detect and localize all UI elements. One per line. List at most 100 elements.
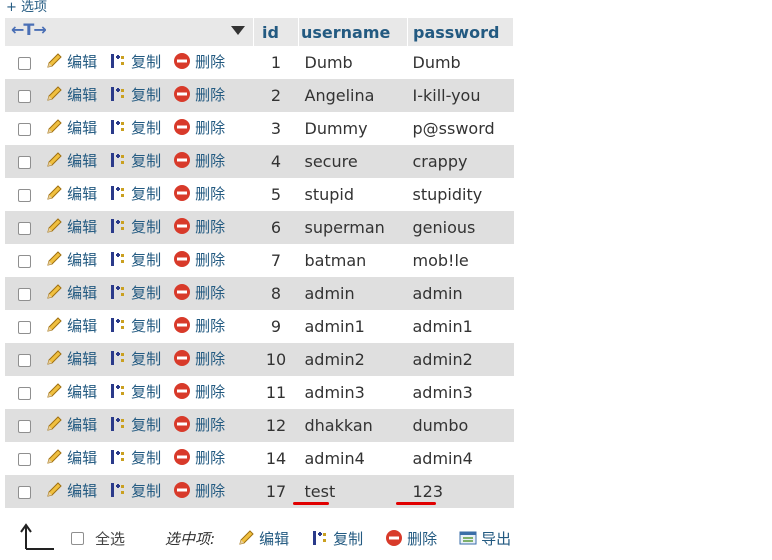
table-header-row: ←T→ id username password <box>5 18 514 46</box>
copy-icon <box>111 54 125 69</box>
row-delete-button[interactable]: 删除 <box>173 282 225 303</box>
row-edit-button[interactable]: 编辑 <box>45 249 97 270</box>
row-checkbox[interactable] <box>17 354 31 367</box>
row-copy-button[interactable]: 复制 <box>109 150 161 171</box>
row-delete-button[interactable]: 删除 <box>173 480 225 501</box>
row-edit-button[interactable]: 编辑 <box>45 183 97 204</box>
cell-id: 3 <box>270 119 282 138</box>
row-copy-button[interactable]: 复制 <box>109 183 161 204</box>
row-checkbox-cell <box>5 244 45 277</box>
row-copy-button[interactable]: 复制 <box>109 480 161 501</box>
column-header-id[interactable]: id <box>253 18 299 46</box>
row-checkbox[interactable] <box>17 123 31 136</box>
row-edit-label: 编辑 <box>67 382 98 401</box>
table-row: 编辑 复制 删除 11 admin3 admin3 <box>5 376 514 409</box>
row-delete-button[interactable]: 删除 <box>173 414 225 435</box>
row-checkbox[interactable] <box>17 189 31 202</box>
bulk-export-button[interactable]: 导出 <box>459 528 511 549</box>
row-copy-button[interactable]: 复制 <box>109 381 161 402</box>
copy-icon <box>111 285 125 300</box>
row-delete-button[interactable]: 删除 <box>173 447 225 468</box>
row-edit-button[interactable]: 编辑 <box>45 480 97 501</box>
row-checkbox[interactable] <box>17 387 31 400</box>
cell-id: 14 <box>265 449 287 468</box>
column-header-password[interactable]: password <box>407 18 514 46</box>
column-move-arrows-icon[interactable]: ←T→ <box>11 20 47 39</box>
row-copy-button[interactable]: 复制 <box>109 51 161 72</box>
cell-password: admin1 <box>412 317 473 336</box>
row-edit-button[interactable]: 编辑 <box>45 117 97 138</box>
bulk-edit-button[interactable]: 编辑 <box>237 528 289 549</box>
row-delete-label: 删除 <box>195 151 226 170</box>
row-copy-button[interactable]: 复制 <box>109 216 161 237</box>
cell-password: admin <box>412 284 463 303</box>
row-checkbox[interactable] <box>17 255 31 268</box>
cell-username: batman <box>304 251 367 270</box>
row-edit-button[interactable]: 编辑 <box>45 282 97 303</box>
row-checkbox[interactable] <box>17 453 31 466</box>
table-row: 编辑 复制 删除 1 Dumb Dumb <box>5 46 514 79</box>
row-copy-button[interactable]: 复制 <box>109 249 161 270</box>
row-edit-button[interactable]: 编辑 <box>45 414 97 435</box>
row-copy-button[interactable]: 复制 <box>109 282 161 303</box>
bulk-copy-label: 复制 <box>333 529 364 548</box>
row-edit-button[interactable]: 编辑 <box>45 150 97 171</box>
row-delete-button[interactable]: 删除 <box>173 183 225 204</box>
copy-icon <box>111 450 125 465</box>
options-link[interactable]: + 选项 <box>6 0 47 16</box>
bulk-actions-bar: 全选 选中项: 编辑 复制 删除 导出 <box>20 520 533 556</box>
row-edit-button[interactable]: 编辑 <box>45 216 97 237</box>
row-delete-button[interactable]: 删除 <box>173 150 225 171</box>
row-copy-button[interactable]: 复制 <box>109 414 161 435</box>
row-checkbox[interactable] <box>17 90 31 103</box>
row-checkbox[interactable] <box>17 288 31 301</box>
row-copy-button[interactable]: 复制 <box>109 315 161 336</box>
cell-password: stupidity <box>412 185 483 204</box>
copy-icon <box>111 384 125 399</box>
copy-icon <box>313 531 327 545</box>
row-delete-button[interactable]: 删除 <box>173 51 225 72</box>
row-checkbox[interactable] <box>17 57 31 70</box>
row-copy-button[interactable]: 复制 <box>109 348 161 369</box>
row-checkbox[interactable] <box>17 420 31 433</box>
pencil-icon <box>47 218 62 233</box>
row-checkbox[interactable] <box>17 321 31 334</box>
row-copy-button[interactable]: 复制 <box>109 84 161 105</box>
row-edit-button[interactable]: 编辑 <box>45 84 97 105</box>
table-row: 编辑 复制 删除 2 Angelina I-kill-you <box>5 79 514 112</box>
row-copy-button[interactable]: 复制 <box>109 447 161 468</box>
bulk-copy-button[interactable]: 复制 <box>311 528 363 549</box>
cell-id: 12 <box>265 416 287 435</box>
row-actions: 编辑 复制 删除 <box>45 46 253 79</box>
cell-password: dumbo <box>412 416 469 435</box>
row-actions: 编辑 复制 删除 <box>45 244 253 277</box>
row-edit-label: 编辑 <box>67 316 98 335</box>
row-delete-button[interactable]: 删除 <box>173 348 225 369</box>
row-checkbox[interactable] <box>17 486 31 499</box>
row-edit-button[interactable]: 编辑 <box>45 348 97 369</box>
row-edit-button[interactable]: 编辑 <box>45 51 97 72</box>
row-edit-button[interactable]: 编辑 <box>45 447 97 468</box>
bulk-delete-button[interactable]: 删除 <box>385 528 437 549</box>
row-copy-label: 复制 <box>131 151 162 170</box>
row-delete-button[interactable]: 删除 <box>173 249 225 270</box>
row-delete-button[interactable]: 删除 <box>173 117 225 138</box>
column-header-username[interactable]: username <box>298 18 408 46</box>
row-delete-button[interactable]: 删除 <box>173 381 225 402</box>
row-copy-label: 复制 <box>131 481 162 500</box>
row-checkbox[interactable] <box>17 222 31 235</box>
row-edit-button[interactable]: 编辑 <box>45 381 97 402</box>
sort-dropdown-icon[interactable] <box>231 26 245 35</box>
pencil-icon <box>47 284 62 299</box>
row-delete-button[interactable]: 删除 <box>173 216 225 237</box>
row-delete-button[interactable]: 删除 <box>173 84 225 105</box>
select-all-checkbox[interactable] <box>71 531 84 545</box>
row-checkbox[interactable] <box>17 156 31 169</box>
row-copy-button[interactable]: 复制 <box>109 117 161 138</box>
cell-username: stupid <box>304 185 355 204</box>
select-all-label[interactable]: 全选 <box>95 528 125 549</box>
row-copy-label: 复制 <box>131 184 162 203</box>
row-delete-button[interactable]: 删除 <box>173 315 225 336</box>
row-edit-button[interactable]: 编辑 <box>45 315 97 336</box>
row-actions: 编辑 复制 删除 <box>45 475 253 508</box>
